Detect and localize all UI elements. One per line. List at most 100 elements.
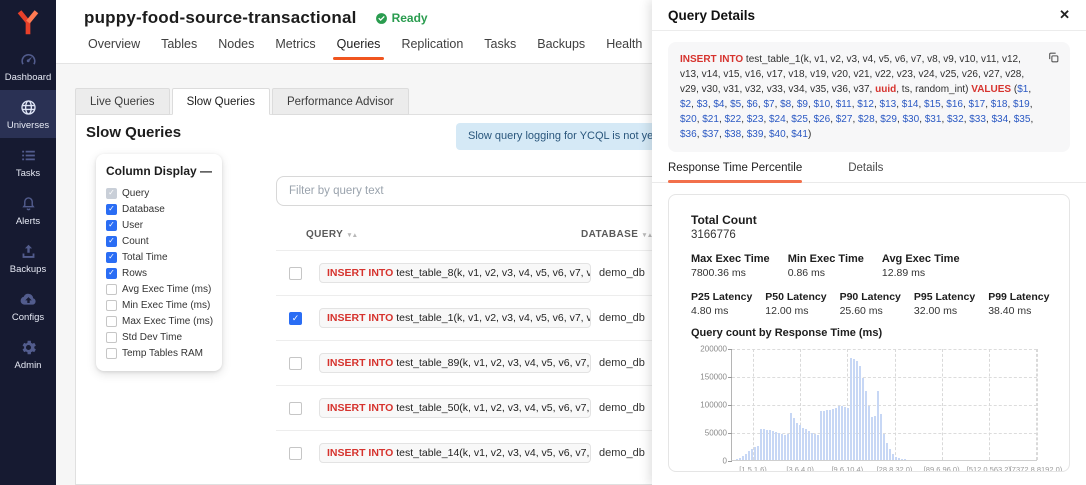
subtab-live-queries[interactable]: Live Queries: [75, 88, 170, 115]
sidebar-item-tasks[interactable]: Tasks: [0, 138, 56, 186]
sql-param: $28: [858, 114, 875, 125]
column-header-query[interactable]: QUERY▼▲: [306, 229, 357, 240]
sort-icon[interactable]: ▼▲: [346, 232, 357, 239]
stat-label: P90 Latency: [840, 291, 901, 303]
histogram-bar: [739, 458, 741, 460]
column-option-temp-tables-ram[interactable]: Temp Tables RAM: [106, 345, 212, 361]
stat-label: Max Exec Time: [691, 253, 770, 265]
column-option-total-time[interactable]: ✓Total Time: [106, 249, 212, 265]
histogram-bar: [760, 429, 762, 460]
subtab-performance-advisor[interactable]: Performance Advisor: [272, 88, 409, 115]
column-option-min-exec-time-ms[interactable]: Min Exec Time (ms): [106, 297, 212, 313]
sidebar-item-label: Universes: [7, 120, 49, 131]
subtab-slow-queries[interactable]: Slow Queries: [172, 88, 270, 115]
histogram-bar: [835, 408, 837, 460]
sidebar-item-label: Alerts: [16, 216, 40, 227]
query-cell[interactable]: INSERT INTO test_table_8(k, v1, v2, v3, …: [319, 263, 591, 283]
sql-keyword: INSERT INTO: [327, 402, 393, 414]
row-checkbox[interactable]: [289, 357, 302, 370]
tab-tables[interactable]: Tables: [157, 37, 201, 60]
query-filter-input[interactable]: [276, 176, 706, 206]
checkbox[interactable]: ✓: [106, 204, 117, 215]
x-tick-label: [1.5,1.6): [739, 465, 767, 472]
sort-icon[interactable]: ▼▲: [641, 232, 652, 239]
column-option-user[interactable]: ✓User: [106, 217, 212, 233]
histogram-bar: [850, 358, 852, 460]
column-option-avg-exec-time-ms[interactable]: Avg Exec Time (ms): [106, 281, 212, 297]
column-header-database[interactable]: DATABASE▼▲: [581, 229, 652, 240]
checkbox[interactable]: [106, 332, 117, 343]
query-details-panel: Query Details ✕ INSERT INTO test_table_1…: [652, 0, 1086, 485]
tab-nodes[interactable]: Nodes: [214, 37, 258, 60]
query-cell[interactable]: INSERT INTO test_table_50(k, v1, v2, v3,…: [319, 398, 591, 418]
tab-tasks[interactable]: Tasks: [480, 37, 520, 60]
database-cell: demo_db: [599, 357, 645, 369]
copy-icon[interactable]: [1047, 51, 1060, 64]
column-option-count[interactable]: ✓ Count: [106, 233, 212, 249]
histogram-bars: [736, 358, 906, 460]
checkbox[interactable]: ✓: [106, 188, 117, 199]
close-icon[interactable]: ✕: [1059, 7, 1070, 23]
column-option-max-exec-time-ms[interactable]: Max Exec Time (ms): [106, 313, 212, 329]
details-tab-details[interactable]: Details: [848, 162, 883, 182]
checkbox[interactable]: ✓: [106, 252, 117, 263]
chart-title: Query count by Response Time (ms): [691, 327, 1047, 339]
checkbox[interactable]: [106, 348, 117, 359]
y-tick-mark: [728, 461, 732, 462]
histogram-bar: [886, 443, 888, 460]
checkbox[interactable]: ✓: [106, 268, 117, 279]
sidebar-item-backups[interactable]: Backups: [0, 234, 56, 282]
stat-label: Min Exec Time: [788, 253, 864, 265]
column-option-rows[interactable]: ✓Rows: [106, 265, 212, 281]
collapse-minus-icon[interactable]: —: [200, 166, 212, 176]
query-cell[interactable]: INSERT INTO test_table_14(k, v1, v2, v3,…: [319, 443, 591, 463]
sidebar-item-configs[interactable]: Configs: [0, 282, 56, 330]
checkbox[interactable]: ✓: [106, 220, 117, 231]
checkbox[interactable]: [106, 300, 117, 311]
row-checkbox[interactable]: [289, 402, 302, 415]
stat-p50-latency: P50 Latency12.00 ms: [765, 291, 826, 317]
query-cell[interactable]: INSERT INTO test_table_1(k, v1, v2, v3, …: [319, 308, 591, 328]
checkbox[interactable]: [106, 284, 117, 295]
histogram-bar: [763, 429, 765, 460]
sql-param: $36: [680, 129, 697, 140]
stat-value: 32.00 ms: [914, 305, 975, 317]
sql-param: $33: [969, 114, 986, 125]
histogram-bar: [790, 413, 792, 460]
tab-queries[interactable]: Queries: [333, 37, 385, 60]
column-display-title: Column Display: [106, 164, 197, 178]
tab-overview[interactable]: Overview: [84, 37, 144, 60]
sidebar-item-universes[interactable]: Universes: [0, 90, 56, 138]
tab-health[interactable]: Health: [602, 37, 646, 60]
sidebar-item-admin[interactable]: Admin: [0, 330, 56, 378]
sidebar-item-dashboard[interactable]: Dashboard: [0, 42, 56, 90]
column-option-query[interactable]: ✓Query: [106, 185, 212, 201]
histogram-bar: [766, 430, 768, 460]
column-option-label: Count: [122, 236, 149, 247]
histogram-bar: [859, 366, 861, 460]
sql-param: $7: [763, 99, 774, 110]
checkbox[interactable]: ✓: [106, 236, 117, 247]
tab-replication[interactable]: Replication: [397, 37, 467, 60]
tab-metrics[interactable]: Metrics: [271, 37, 319, 60]
stat-p90-latency: P90 Latency25.60 ms: [840, 291, 901, 317]
checkbox[interactable]: [106, 316, 117, 327]
column-option-database[interactable]: ✓Database: [106, 201, 212, 217]
sql-param: $30: [903, 114, 920, 125]
stat-label: P99 Latency: [988, 291, 1049, 303]
sql-param: $29: [880, 114, 897, 125]
x-tick-label: [89.6,96.0): [924, 465, 960, 472]
sql-param: $9: [797, 99, 808, 110]
stat-value: 12.00 ms: [765, 305, 826, 317]
column-option-label: Avg Exec Time (ms): [122, 284, 211, 295]
query-cell[interactable]: INSERT INTO test_table_89(k, v1, v2, v3,…: [319, 353, 591, 373]
tab-backups[interactable]: Backups: [533, 37, 589, 60]
details-tab-response-time-percentile[interactable]: Response Time Percentile: [668, 162, 802, 182]
sidebar-item-alerts[interactable]: Alerts: [0, 186, 56, 234]
column-option-std-dev-time[interactable]: Std Dev Time: [106, 329, 212, 345]
histogram-bar: [757, 446, 759, 460]
row-checkbox[interactable]: ✓: [289, 312, 302, 325]
sidebar-nav: Dashboard Universes Tasks Alerts BackupsConf…: [0, 42, 56, 378]
row-checkbox[interactable]: [289, 447, 302, 460]
row-checkbox[interactable]: [289, 267, 302, 280]
